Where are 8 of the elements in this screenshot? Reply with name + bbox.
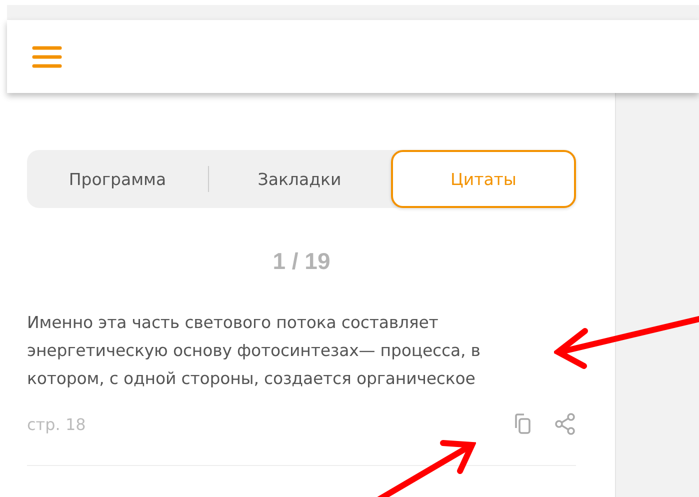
page-number: стр. 18: [27, 414, 87, 434]
tab[interactable]: Программа: [27, 150, 208, 208]
menu-icon[interactable]: [32, 44, 62, 68]
tab[interactable]: Закладки: [209, 150, 390, 208]
page-counter: 1 / 19: [272, 248, 332, 275]
share-icon[interactable]: [554, 413, 576, 435]
copy-icon[interactable]: [512, 413, 532, 435]
quote-text: Именно эта часть светового потока составляет энергетическую основу фотосинтезах— процесса, в котором, с одной стороны, создается органическое: [27, 312, 482, 390]
